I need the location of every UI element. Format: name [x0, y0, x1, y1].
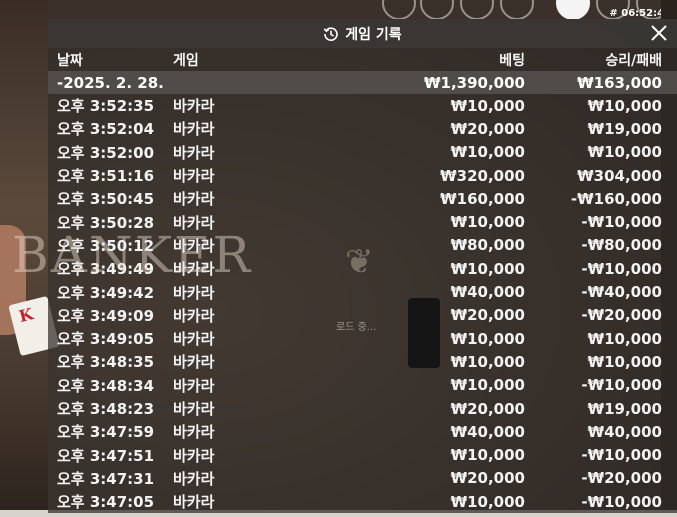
row-result: -₩160,000 — [570, 189, 662, 208]
banker-table-text: BANKER — [12, 226, 253, 284]
row-time: 오후 3:52:04 — [57, 120, 155, 139]
column-header-bet[interactable]: 베팅 — [356, 50, 525, 70]
row-result: -₩10,000 — [581, 492, 662, 511]
row-time: 오후 3:47:31 — [57, 469, 155, 488]
row-time: 오후 3:49:09 — [57, 306, 155, 325]
row-bet: ₩160,000 — [440, 189, 525, 208]
summary-date: -2025. 2. 28. — [57, 73, 164, 92]
loading-text: 로드 중... — [336, 322, 377, 333]
column-header-date[interactable]: 날짜 — [48, 50, 173, 70]
row-bet: ₩40,000 — [450, 283, 525, 302]
row-result: ₩10,000 — [587, 352, 662, 371]
row-bet: ₩320,000 — [440, 166, 525, 185]
row-game: 바카라 — [173, 120, 215, 139]
row-result: -₩10,000 — [581, 446, 662, 465]
row-time: 오후 3:49:42 — [57, 283, 155, 302]
game-history-panel: BANKER ❦ 게임 기록 날짜 게임 베팅 승리/패배 -2025. 2. … — [12, 19, 677, 513]
row-game: 바카라 — [173, 446, 215, 465]
row-game: 바카라 — [173, 493, 215, 512]
row-result: ₩19,000 — [587, 399, 662, 418]
row-result: ₩304,000 — [577, 166, 662, 185]
row-game: 바카라 — [173, 167, 215, 186]
row-time: 오후 3:52:35 — [57, 97, 155, 116]
row-game: 바카라 — [173, 469, 215, 488]
row-game: 바카라 — [173, 400, 215, 418]
table-row[interactable]: 오후 3:47:51 바카라 ₩10,000 -₩10,000 — [48, 443, 677, 466]
row-time: 오후 3:48:35 — [57, 353, 155, 372]
row-result: ₩19,000 — [587, 119, 662, 138]
row-bet: ₩10,000 — [450, 143, 525, 162]
row-bet: ₩20,000 — [450, 119, 525, 138]
row-result: ₩40,000 — [587, 422, 662, 441]
close-icon[interactable] — [649, 23, 669, 43]
row-bet: ₩10,000 — [450, 259, 525, 278]
table-row[interactable]: 오후 3:52:00 바카라 ₩10,000 ₩10,000 — [48, 141, 677, 164]
row-time: 오후 3:48:23 — [57, 400, 155, 418]
history-icon — [323, 26, 339, 42]
panel-header: 게임 기록 — [48, 19, 677, 48]
row-game: 바카라 — [173, 423, 215, 442]
table-row[interactable]: 오후 3:51:16 바카라 ₩320,000 ₩304,000 — [48, 164, 677, 187]
row-result: -₩80,000 — [581, 236, 662, 255]
row-time: 오후 3:47:59 — [57, 423, 155, 442]
row-time: 오후 3:49:05 — [57, 330, 155, 349]
row-bet: ₩20,000 — [450, 399, 525, 418]
date-summary-row[interactable]: -2025. 2. 28. ₩1,390,000 ₩163,000 — [48, 71, 677, 94]
column-header-game[interactable]: 게임 — [173, 50, 356, 70]
row-time: 오후 3:48:34 — [57, 376, 155, 395]
row-result: -₩20,000 — [581, 469, 662, 488]
row-game: 바카라 — [173, 283, 215, 302]
row-bet: ₩40,000 — [450, 422, 525, 441]
row-time: 오후 3:50:45 — [57, 190, 155, 209]
column-header-result[interactable]: 승리/패배 — [525, 50, 662, 70]
row-time: 오후 3:47:51 — [57, 446, 155, 465]
row-result: -₩10,000 — [581, 259, 662, 278]
table-row[interactable]: 오후 3:52:04 바카라 ₩20,000 ₩19,000 — [48, 117, 677, 140]
row-result: -₩40,000 — [581, 283, 662, 302]
row-result: -₩20,000 — [581, 306, 662, 325]
row-time: 오후 3:47:05 — [57, 493, 155, 512]
history-rows: 오후 3:52:35 바카라 ₩10,000 ₩10,000 오후 3:52:04 바카… — [48, 94, 677, 513]
row-bet: ₩10,000 — [450, 213, 525, 232]
row-time: 오후 3:51:16 — [57, 167, 155, 186]
table-row[interactable]: 오후 3:47:31 바카라 ₩20,000 -₩20,000 — [48, 467, 677, 490]
row-game: 바카라 — [173, 97, 215, 116]
row-bet: ₩10,000 — [450, 352, 525, 371]
row-bet: ₩10,000 — [450, 96, 525, 115]
table-row[interactable]: 오후 3:47:05 바카라 ₩10,000 -₩10,000 — [48, 490, 677, 513]
table-leaf-decoration: ❦ — [345, 242, 374, 282]
summary-result: ₩163,000 — [577, 73, 662, 92]
row-game: 바카라 — [173, 353, 215, 372]
panel-title: 게임 기록 — [345, 26, 402, 43]
row-bet: ₩20,000 — [450, 306, 525, 325]
table-row[interactable]: 오후 3:48:34 바카라 ₩10,000 -₩10,000 — [48, 374, 677, 397]
summary-bet: ₩1,390,000 — [423, 73, 525, 92]
row-result: -₩10,000 — [581, 213, 662, 232]
row-bet: ₩10,000 — [450, 492, 525, 511]
row-result: ₩10,000 — [587, 96, 662, 115]
row-game: 바카라 — [173, 330, 215, 349]
row-game: 바카라 — [173, 190, 215, 209]
row-time: 오후 3:52:00 — [57, 143, 155, 162]
row-bet: ₩20,000 — [450, 469, 525, 488]
card-rank: K — [17, 304, 36, 326]
panel-title-wrap: 게임 기록 — [323, 24, 402, 44]
table-row[interactable]: 오후 3:47:59 바카라 ₩40,000 ₩40,000 — [48, 420, 677, 443]
column-header-row: 날짜 게임 베팅 승리/패배 — [48, 48, 677, 71]
card-shoe — [408, 298, 440, 368]
row-bet: ₩10,000 — [450, 376, 525, 395]
row-game: 바카라 — [173, 376, 215, 395]
row-game: 바카라 — [173, 306, 215, 325]
row-game: 바카라 — [173, 143, 215, 162]
table-row[interactable]: 오후 3:50:45 바카라 ₩160,000 -₩160,000 — [48, 187, 677, 210]
table-row[interactable]: 오후 3:52:35 바카라 ₩10,000 ₩10,000 — [48, 94, 677, 117]
row-bet: ₩80,000 — [450, 236, 525, 255]
row-result: -₩10,000 — [581, 376, 662, 395]
row-bet: ₩10,000 — [450, 446, 525, 465]
row-result: ₩10,000 — [587, 143, 662, 162]
table-row[interactable]: 오후 3:48:35 바카라 ₩10,000 ₩10,000 — [48, 350, 677, 373]
row-result: ₩10,000 — [587, 329, 662, 348]
row-bet: ₩10,000 — [450, 329, 525, 348]
table-row[interactable]: 오후 3:48:23 바카라 ₩20,000 ₩19,000 — [48, 397, 677, 420]
